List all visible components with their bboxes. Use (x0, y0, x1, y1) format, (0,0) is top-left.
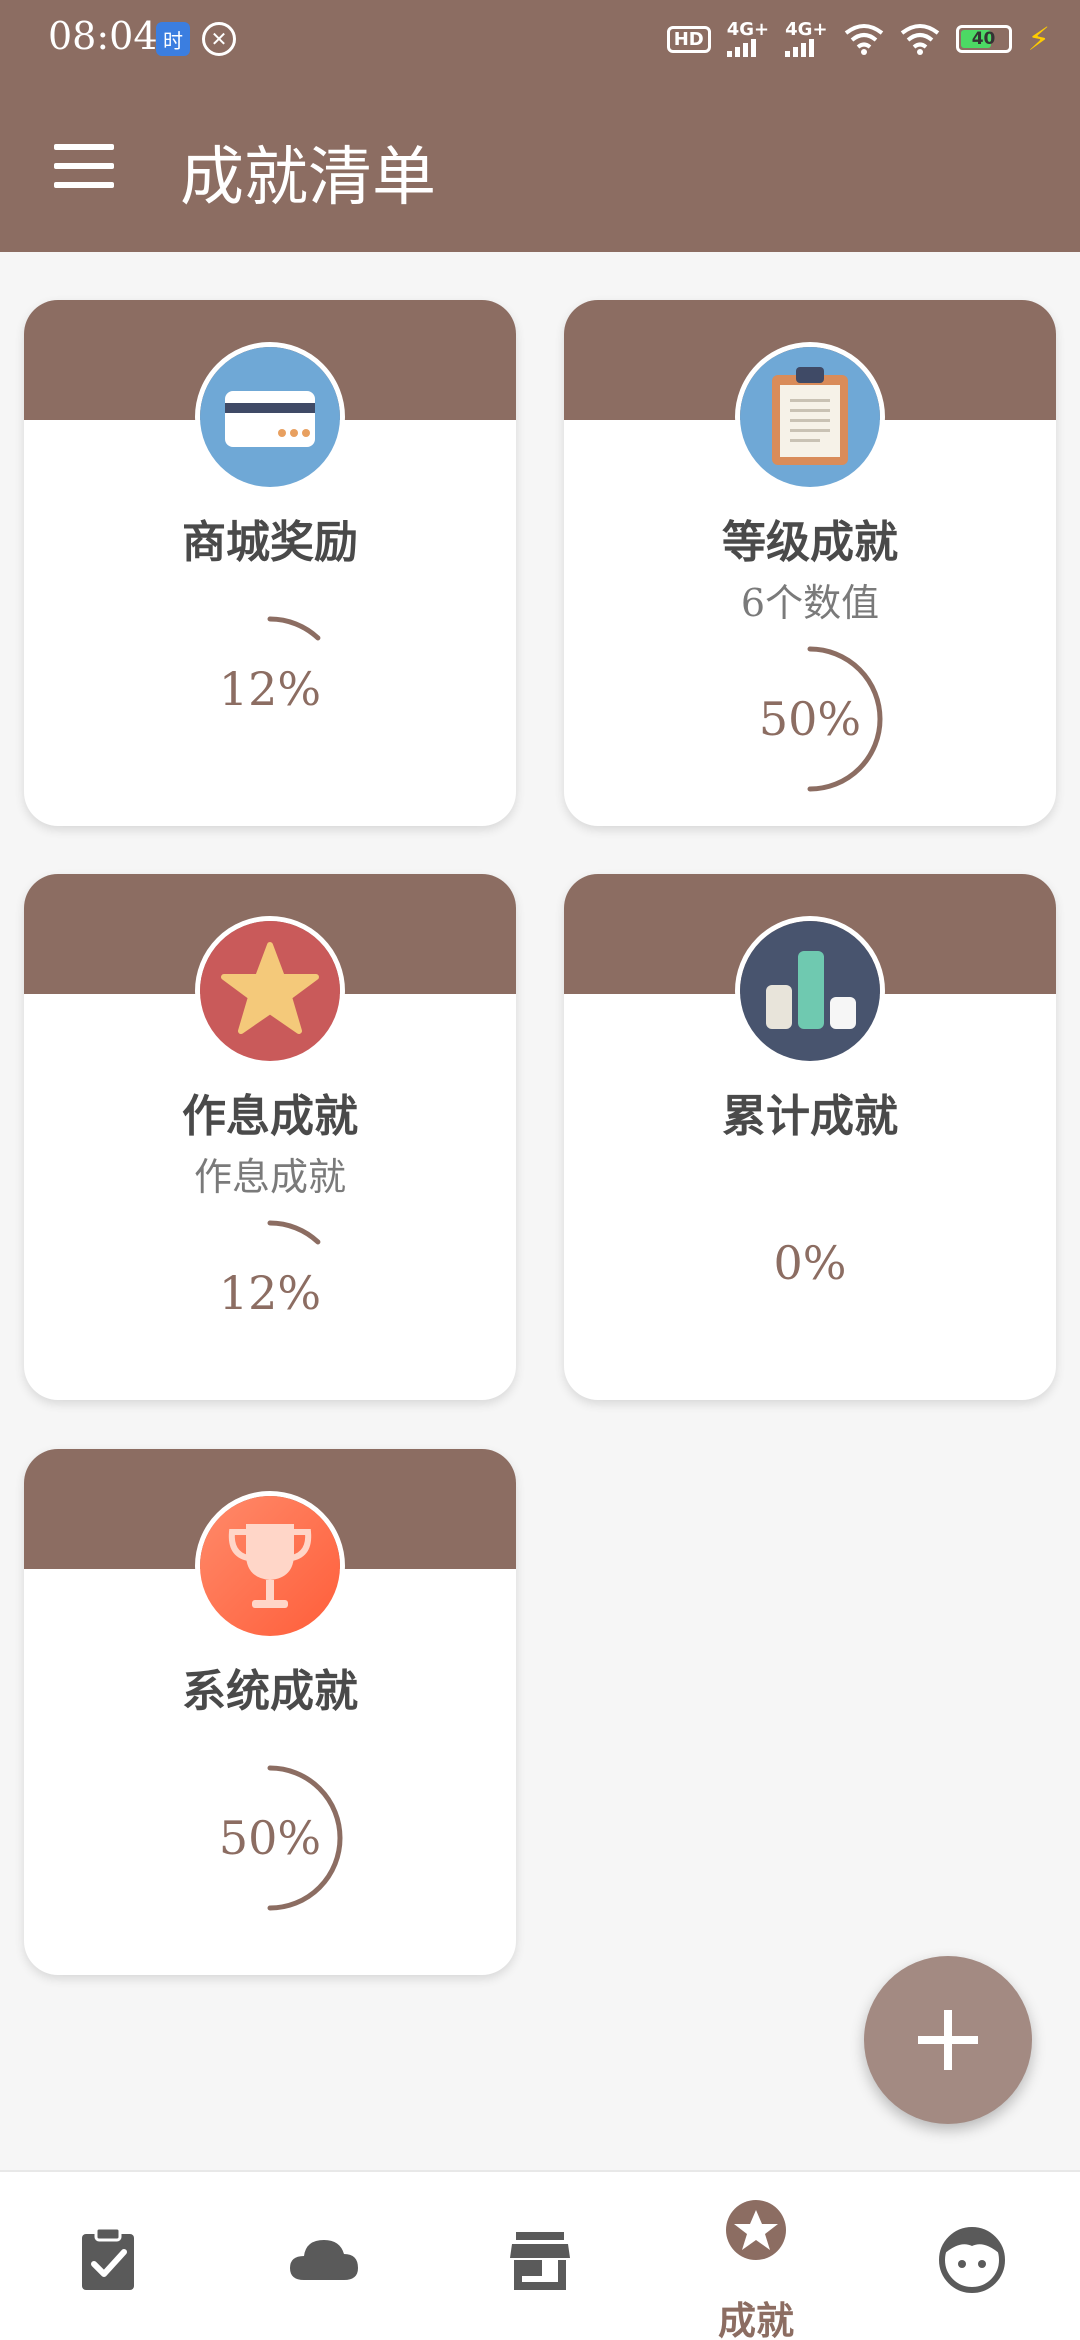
card-subtitle: 作息成就 (193, 1155, 346, 1199)
app-header: 08:04 时 ✕ HD 4G+ 4G+ 40 ⚡ 成就清单 (0, 0, 1080, 252)
face-icon (939, 2227, 1005, 2293)
notification-app-icon: 时 (156, 22, 190, 56)
card-title: 作息成就 (182, 1091, 358, 1142)
achievement-card-level[interactable]: 等级成就 6个数值 50% (564, 300, 1056, 826)
card-title: 等级成就 (722, 517, 898, 568)
progress-ring: 12% (195, 614, 345, 764)
card-title: 累计成就 (722, 1091, 898, 1142)
progress-percent: 0% (773, 1236, 847, 1290)
achievement-card-mall[interactable]: 商城奖励 12% (24, 300, 516, 826)
progress-ring: 50% (195, 1763, 345, 1913)
star-badge-icon (726, 2200, 786, 2260)
progress-percent: 12% (218, 1266, 322, 1320)
card-subtitle: 6个数值 (740, 581, 880, 625)
signal-2-icon: 4G+ (785, 19, 828, 57)
menu-button[interactable] (54, 144, 114, 188)
status-indicators: HD 4G+ 4G+ 40 ⚡ (666, 19, 1050, 58)
card-title: 系统成就 (182, 1666, 358, 1717)
progress-percent: 50% (758, 692, 862, 746)
nav-item-profile[interactable] (864, 2172, 1080, 2340)
bottom-navigation: 成就 (0, 2170, 1080, 2340)
cloud-icon (290, 2240, 358, 2280)
nav-item-achievements[interactable]: 成就 (648, 2172, 864, 2340)
add-button[interactable] (864, 1956, 1032, 2124)
progress-ring: 12% (195, 1218, 345, 1368)
star-icon (195, 916, 345, 1066)
progress-ring: 0% (735, 1188, 885, 1338)
page-title: 成就清单 (180, 141, 436, 215)
plus-icon (918, 2010, 978, 2070)
clipboard-check-icon (82, 2226, 134, 2290)
wifi-icon (844, 24, 883, 55)
card-title: 商城奖励 (182, 517, 358, 568)
status-left-icons: 时 ✕ (156, 22, 236, 56)
battery-icon: 40 (955, 25, 1012, 53)
battery-level: 40 (971, 29, 996, 49)
achievement-card-system[interactable]: 系统成就 50% (24, 1449, 516, 1975)
store-icon (510, 2232, 570, 2290)
network-type-label: 4G+ (726, 19, 770, 40)
network-type-label: 4G+ (785, 19, 828, 40)
nav-item-cloud[interactable] (216, 2172, 432, 2340)
status-time: 08:04 (48, 14, 158, 58)
nav-item-tasks[interactable] (0, 2172, 216, 2340)
notification-blocked-icon: ✕ (202, 22, 236, 56)
progress-percent: 50% (218, 1811, 322, 1865)
nav-item-store[interactable] (432, 2172, 648, 2340)
clipboard-icon (735, 342, 885, 492)
nav-label-achievements: 成就 (717, 2298, 794, 2340)
credit-card-icon (195, 342, 345, 492)
hd-voice-icon: HD (666, 25, 711, 53)
progress-percent: 12% (218, 662, 322, 716)
achievement-card-cumulative[interactable]: 累计成就 0% (564, 874, 1056, 1400)
wifi-icon (900, 24, 939, 55)
signal-1-icon: 4G+ (726, 19, 770, 57)
trophy-icon (195, 1491, 345, 1641)
charging-icon: ⚡ (1027, 20, 1050, 58)
progress-ring: 50% (735, 644, 885, 794)
achievement-card-routine[interactable]: 作息成就 作息成就 12% (24, 874, 516, 1400)
bar-chart-icon (735, 916, 885, 1066)
